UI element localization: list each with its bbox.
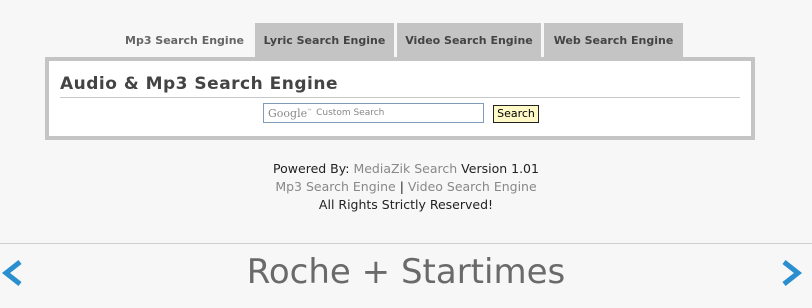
search-button[interactable]: Search xyxy=(493,105,539,123)
video-search-link[interactable]: Video Search Engine xyxy=(408,179,537,194)
search-input[interactable]: Google™ Custom Search xyxy=(263,103,484,123)
tab-video-search[interactable]: Video Search Engine xyxy=(397,23,541,57)
tab-bar: Mp3 Search Engine Lyric Search Engine Vi… xyxy=(117,23,686,57)
powered-by-label: Powered By: xyxy=(273,161,350,176)
search-panel: Audio & Mp3 Search Engine Google™ Custom… xyxy=(45,57,755,140)
tab-mp3-search[interactable]: Mp3 Search Engine xyxy=(117,23,252,57)
tab-web-search[interactable]: Web Search Engine xyxy=(544,23,683,57)
google-logo: Google™ xyxy=(268,106,313,120)
tab-lyric-search[interactable]: Lyric Search Engine xyxy=(255,23,394,57)
panel-divider xyxy=(60,97,740,98)
mp3-search-link[interactable]: Mp3 Search Engine xyxy=(275,179,395,194)
footer: Powered By: MediaZik Search Version 1.01… xyxy=(0,160,812,214)
mediazik-link[interactable]: MediaZik Search xyxy=(353,161,457,176)
banner-title: Roche + Startimes xyxy=(246,252,566,292)
panel-title: Audio & Mp3 Search Engine xyxy=(60,74,339,94)
link-separator: | xyxy=(399,179,404,194)
powered-by-line: Powered By: MediaZik Search Version 1.01 xyxy=(0,160,812,178)
section-divider xyxy=(0,243,812,244)
footer-links: Mp3 Search Engine | Video Search Engine xyxy=(0,178,812,196)
rights-text: All Rights Strictly Reserved! xyxy=(318,197,494,212)
search-placeholder: Custom Search xyxy=(316,108,385,118)
version-text: Version 1.01 xyxy=(461,161,539,176)
chevron-right-icon[interactable] xyxy=(778,258,804,288)
